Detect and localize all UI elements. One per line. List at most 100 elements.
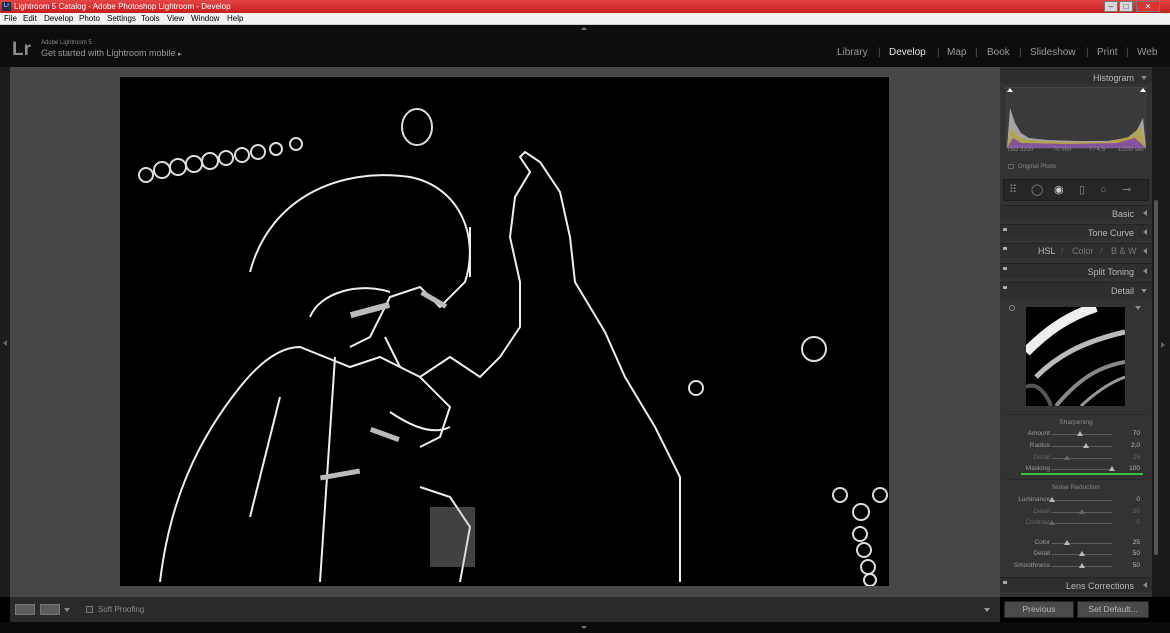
target-icon[interactable]	[1009, 305, 1015, 311]
slider-track[interactable]	[1052, 458, 1112, 459]
panel-header-split-toning[interactable]: Split Toning	[1000, 263, 1152, 278]
previous-button[interactable]: Previous	[1004, 601, 1074, 618]
slider-thumb[interactable]	[1064, 540, 1070, 545]
slider-contrast[interactable]: Contrast 0	[1000, 518, 1152, 529]
menu-tools[interactable]: Tools	[141, 13, 160, 25]
expand-left-icon[interactable]	[3, 340, 7, 346]
panel-switch-icon[interactable]	[1003, 267, 1007, 270]
panel-switch-icon[interactable]	[1003, 286, 1007, 289]
slider-value[interactable]: 50	[1133, 562, 1140, 569]
slider-value[interactable]: 100	[1129, 465, 1140, 472]
graduated-filter-icon[interactable]: ▯	[1079, 185, 1085, 196]
detail-preview[interactable]	[1026, 307, 1125, 406]
adjustment-brush-icon[interactable]: ⊸	[1122, 185, 1131, 196]
slider-luminance[interactable]: Luminance 0	[1000, 495, 1152, 506]
panel-header-lens-corrections[interactable]: Lens Corrections	[1000, 577, 1152, 592]
photo-canvas[interactable]	[120, 77, 889, 587]
slider-track[interactable]	[1052, 469, 1112, 470]
slider-thumb[interactable]	[1079, 563, 1085, 568]
right-panel-scrollbar[interactable]	[1154, 200, 1158, 555]
slider-thumb[interactable]	[1064, 455, 1070, 460]
menu-help[interactable]: Help	[227, 13, 243, 25]
histogram[interactable]	[1006, 87, 1146, 149]
collapse-bottom-icon[interactable]	[581, 626, 587, 629]
view-options-dropdown-icon[interactable]	[64, 608, 70, 612]
preview-toggle-icon[interactable]	[1135, 306, 1141, 310]
module-develop[interactable]: Develop	[889, 47, 926, 58]
collapse-top-icon[interactable]	[581, 27, 587, 30]
slider-value[interactable]: 0	[1136, 519, 1140, 526]
slider-smoothness[interactable]: Smoothness 50	[1000, 561, 1152, 572]
panel-switch-icon[interactable]	[1003, 247, 1007, 250]
red-eye-icon[interactable]: ◉	[1054, 185, 1064, 196]
slider-track[interactable]	[1052, 523, 1112, 524]
slider-value[interactable]: 50	[1133, 508, 1140, 515]
slider-color[interactable]: Color 25	[1000, 538, 1152, 549]
module-slideshow[interactable]: Slideshow	[1030, 47, 1076, 58]
minimize-icon[interactable]: –	[1104, 1, 1118, 12]
menu-window[interactable]: Window	[191, 13, 219, 25]
tab-bw[interactable]: B & W	[1111, 246, 1137, 256]
panel-header-detail[interactable]: Detail	[1000, 282, 1152, 297]
panel-switch-icon[interactable]	[1003, 581, 1007, 584]
slider-value[interactable]: 50	[1133, 550, 1140, 557]
close-icon[interactable]: ✕	[1136, 1, 1160, 12]
loupe-view-button[interactable]	[15, 604, 35, 615]
slider-value[interactable]: 25	[1133, 454, 1140, 461]
slider-amount[interactable]: Amount 70	[1000, 429, 1152, 440]
slider-track[interactable]	[1052, 543, 1112, 544]
slider-detail[interactable]: Detail 25	[1000, 453, 1152, 464]
menu-view[interactable]: View	[167, 13, 184, 25]
slider-value[interactable]: 70	[1133, 430, 1140, 437]
panel-header-histogram[interactable]: Histogram	[1000, 69, 1152, 84]
slider-radius[interactable]: Radius 2,0	[1000, 441, 1152, 452]
play-icon: ▸	[178, 51, 182, 58]
mobile-link[interactable]: Get started with Lightroom mobile ▸	[41, 48, 182, 58]
original-photo-checkbox[interactable]	[1008, 164, 1014, 169]
collapse-right-icon[interactable]	[1161, 342, 1165, 348]
slider-color-detail[interactable]: Detail 50	[1000, 549, 1152, 560]
module-print[interactable]: Print	[1097, 47, 1118, 58]
slider-luminance-detail[interactable]: Detail 50	[1000, 507, 1152, 518]
slider-value[interactable]: 25	[1133, 539, 1140, 546]
crop-icon[interactable]: ⠿	[1009, 185, 1017, 196]
module-book[interactable]: Book	[987, 47, 1010, 58]
slider-track[interactable]	[1052, 500, 1112, 501]
menu-edit[interactable]: Edit	[23, 13, 37, 25]
menu-bar: File Edit Develop Photo Settings Tools V…	[0, 13, 1170, 25]
slider-track[interactable]	[1052, 446, 1112, 447]
menu-develop[interactable]: Develop	[44, 13, 73, 25]
slider-thumb[interactable]	[1083, 443, 1090, 448]
left-panel-collapsed[interactable]	[0, 67, 10, 597]
panel-header-basic[interactable]: Basic	[1000, 205, 1152, 220]
detail-title: Detail	[1110, 286, 1134, 296]
radial-filter-icon[interactable]: ○	[1100, 185, 1107, 196]
panel-header-tone-curve[interactable]: Tone Curve	[1000, 224, 1152, 239]
slider-thumb[interactable]	[1077, 431, 1084, 436]
right-panel: Histogram ISO 3200 70 mm f / 4,5 1/200 s…	[1000, 67, 1152, 597]
soft-proofing-checkbox[interactable]	[86, 606, 93, 613]
spot-removal-icon[interactable]: ◯	[1031, 185, 1043, 196]
menu-file[interactable]: File	[4, 13, 17, 25]
toolbar-menu-icon[interactable]	[984, 608, 990, 612]
slider-thumb[interactable]	[1109, 466, 1115, 471]
slider-value[interactable]: 2,0	[1131, 442, 1140, 449]
tab-hsl[interactable]: HSL	[1038, 246, 1056, 256]
before-after-button[interactable]	[40, 604, 60, 615]
slider-label: Detail	[1033, 454, 1050, 461]
slider-value[interactable]: 0	[1136, 496, 1140, 503]
maximize-icon[interactable]: □	[1119, 1, 1133, 12]
set-default-button[interactable]: Set Default...	[1077, 601, 1149, 618]
menu-photo[interactable]: Photo	[79, 13, 100, 25]
slider-thumb[interactable]	[1079, 551, 1085, 556]
tab-color[interactable]: Color	[1072, 246, 1094, 256]
module-map[interactable]: Map	[947, 47, 966, 58]
module-web[interactable]: Web	[1137, 47, 1157, 58]
slider-thumb[interactable]	[1079, 509, 1085, 514]
panel-switch-icon[interactable]	[1003, 228, 1007, 231]
slider-thumb[interactable]	[1049, 497, 1055, 502]
slider-label: Smoothness	[1013, 562, 1050, 569]
slider-thumb[interactable]	[1049, 520, 1055, 525]
menu-settings[interactable]: Settings	[107, 13, 136, 25]
module-library[interactable]: Library	[837, 47, 868, 58]
